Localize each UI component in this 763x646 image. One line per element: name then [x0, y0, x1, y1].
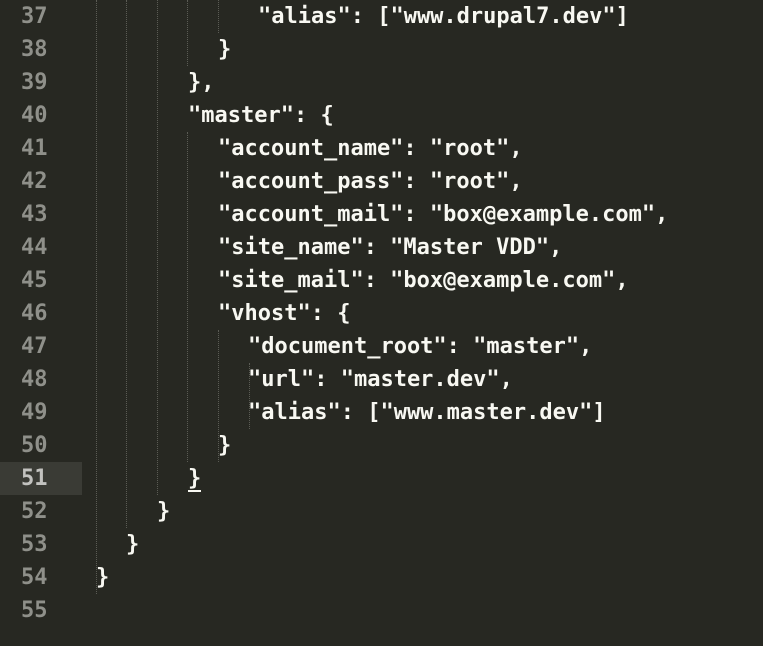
line-number: 43 [21, 202, 48, 227]
code-line[interactable]: 52 } [0, 495, 763, 528]
line-number: 48 [21, 367, 48, 392]
code-line[interactable]: 55 [0, 594, 763, 627]
line-number: 38 [21, 37, 48, 62]
code-text[interactable]: } [96, 561, 109, 594]
code-text[interactable]: "vhost": { [218, 297, 350, 330]
line-number: 49 [21, 400, 48, 425]
line-number: 42 [21, 169, 48, 194]
code-line[interactable]: 49 "alias": ["www.master.dev"] [0, 396, 763, 429]
line-number: 39 [21, 70, 48, 95]
code-text[interactable]: "site_mail": "box@example.com", [218, 264, 629, 297]
code-text[interactable]: } [218, 33, 231, 66]
code-line[interactable]: 46 "vhost": { [0, 297, 763, 330]
code-line[interactable]: 48 "url": "master.dev", [0, 363, 763, 396]
code-text[interactable]: } [188, 462, 202, 492]
line-number: 53 [21, 532, 48, 557]
code-text[interactable]: } [218, 429, 231, 462]
code-line[interactable]: 44 "site_name": "Master VDD", [0, 231, 763, 264]
code-line[interactable]: 42 "account_pass": "root", [0, 165, 763, 198]
line-number: 54 [21, 565, 48, 590]
code-text[interactable]: "account_name": "root", [218, 132, 523, 165]
line-number: 41 [21, 136, 48, 161]
line-number: 44 [21, 235, 48, 260]
code-text[interactable]: }, [188, 66, 215, 99]
line-number: 52 [21, 499, 48, 524]
code-text[interactable]: "alias": ["www.drupal7.dev"] [258, 0, 629, 33]
code-line[interactable]: 45 "site_mail": "box@example.com", [0, 264, 763, 297]
code-text[interactable]: "master": { [188, 99, 334, 132]
code-line[interactable]: 40 "master": { [0, 99, 763, 132]
line-number: 37 [21, 4, 48, 29]
code-text[interactable]: "document_root": "master", [248, 330, 592, 363]
line-number: 40 [21, 103, 48, 128]
code-text[interactable]: "alias": ["www.master.dev"] [248, 396, 606, 429]
code-line[interactable]: 41 "account_name": "root", [0, 132, 763, 165]
line-number: 50 [21, 433, 48, 458]
code-text[interactable]: "account_pass": "root", [218, 165, 523, 198]
code-line[interactable]: 54 } [0, 561, 763, 594]
code-text[interactable]: } [157, 495, 170, 528]
line-number: 47 [21, 334, 48, 359]
line-number: 46 [21, 301, 48, 326]
code-line[interactable]: 47 "document_root": "master", [0, 330, 763, 363]
code-line[interactable]: 53 } [0, 528, 763, 561]
code-line[interactable]: 38 } [0, 33, 763, 66]
line-number: 45 [21, 268, 48, 293]
code-line[interactable]: 37 "alias": ["www.drupal7.dev"] [0, 0, 763, 33]
code-text[interactable]: "account_mail": "box@example.com", [218, 198, 668, 231]
code-text[interactable]: "url": "master.dev", [248, 363, 513, 396]
code-line[interactable]: 50 } [0, 429, 763, 462]
code-text[interactable]: "site_name": "Master VDD", [218, 231, 562, 264]
code-line[interactable]: 39 }, [0, 66, 763, 99]
code-editor[interactable]: 37 "alias": ["www.drupal7.dev"] 38 } 39 … [0, 0, 763, 646]
code-line-active[interactable]: 51 } [0, 462, 763, 495]
code-text[interactable]: } [126, 528, 139, 561]
line-number: 55 [21, 598, 48, 623]
code-line[interactable]: 43 "account_mail": "box@example.com", [0, 198, 763, 231]
line-number: 51 [0, 462, 82, 495]
